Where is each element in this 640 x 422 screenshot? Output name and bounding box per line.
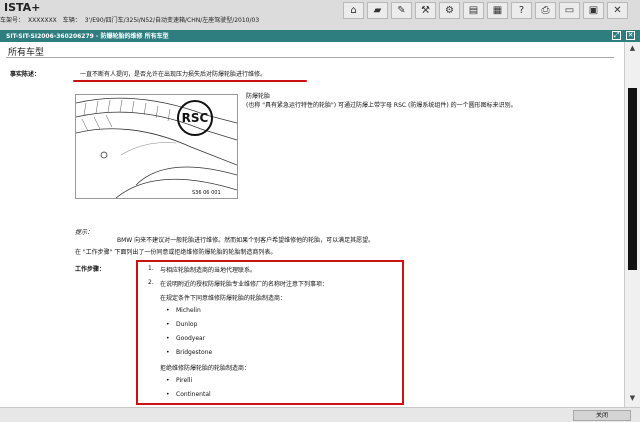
chart-icon[interactable]: ▤ — [463, 2, 484, 19]
runflat-title: 防爆轮胎 — [246, 93, 271, 100]
close-document-icon[interactable]: ✕ — [626, 31, 635, 40]
tire-illustration: RSC S36 06 001 — [75, 94, 238, 199]
tire-drawing — [76, 97, 237, 198]
app-title: ISTA+ — [4, 1, 41, 14]
rsc-badge: RSC — [177, 100, 213, 136]
grid-icon[interactable]: ▦ — [487, 2, 508, 19]
vehicle-id: XXXXXXX — [28, 17, 57, 24]
hint-text: BMW 向来不建议对一般轮胎进行维修。然而如果个别客户希望维修他的轮胎，可以满足… — [117, 237, 375, 244]
help-icon[interactable]: ? — [511, 2, 532, 19]
tools-icon[interactable]: ⚒ — [415, 2, 436, 19]
wrench-icon[interactable]: ⚙ — [439, 2, 460, 19]
fact-text: 一直不断有人提问，是否允许在出现压力损失后对防爆轮胎进行维修。 — [80, 71, 267, 78]
approve-item: Michelin — [166, 307, 201, 314]
step2-text: 在说明附近的授权防爆轮胎专业维修厂的名称时注意下列事项： — [160, 281, 329, 288]
reject-item: Continental — [166, 391, 211, 398]
approve-item: Dunlop — [166, 321, 198, 328]
step1-number: 1. — [148, 265, 154, 272]
hint-label: 提示： — [75, 229, 94, 236]
close-icon[interactable]: ✕ — [607, 2, 628, 19]
reject-item: Pirelli — [166, 377, 192, 384]
image-code: S36 06 001 — [192, 190, 221, 196]
notes-icon[interactable]: ✎ — [391, 2, 412, 19]
top-bar: ISTA+ 车架号： XXXXXXX 车辆： 3'/E90/四门车/325i/N52… — [0, 0, 640, 30]
vertical-scrollbar[interactable]: ▲ ▼ — [624, 42, 640, 407]
approve-item: Goodyear — [166, 335, 205, 342]
section-divider — [6, 57, 614, 58]
home-icon[interactable]: ⌂ — [343, 2, 364, 19]
approve-title: 在规定条件下同意维修防爆轮胎的轮胎制造商： — [160, 295, 287, 302]
work-steps-note: 在 "工作步骤" 下面列出了一份同意或拒绝维修防爆轮胎的轮胎制造商列表。 — [75, 249, 277, 256]
approve-item: Bridgestone — [166, 349, 212, 356]
reject-title: 拒绝维修防爆轮胎的轮胎制造商： — [160, 365, 251, 372]
vehicle-info: 车架号： XXXXXXX 车辆： 3'/E90/四门车/325i/N52/自动变速箱… — [0, 15, 340, 25]
document-header: SIT-SIT-SI2006-360206279 - 防爆轮胎的维修 所有车型 … — [0, 30, 640, 42]
bottom-bar: 关闭 — [0, 407, 640, 422]
scroll-thumb[interactable] — [628, 88, 637, 270]
car-icon[interactable]: ▰ — [367, 2, 388, 19]
work-steps-label: 工作步骤： — [75, 266, 106, 273]
fact-label: 事实陈述： — [10, 71, 41, 78]
step2-number: 2. — [148, 279, 154, 286]
runflat-text: (也称 "具有紧急运行特性的轮胎") 可通过防爆上带字母 RSC (防爆系统组件… — [246, 102, 517, 109]
document-header-title: SIT-SIT-SI2006-360206279 - 防爆轮胎的维修 所有车型 — [6, 33, 169, 40]
vehicle-label: 车辆： — [62, 17, 81, 24]
scroll-down-icon[interactable]: ▼ — [625, 394, 640, 404]
red-underline — [73, 80, 307, 82]
maximize-icon[interactable]: ▣ — [583, 2, 604, 19]
document-content: 所有车型 事实陈述： 一直不断有人提问，是否允许在出现压力损失后对防爆轮胎进行维… — [0, 42, 624, 407]
print-icon[interactable]: ⎙ — [535, 2, 556, 19]
expand-icon[interactable]: ⤢ — [612, 31, 621, 40]
close-button[interactable]: 关闭 — [573, 410, 631, 421]
vehicle-id-label: 车架号： — [0, 17, 25, 24]
minimize-icon[interactable]: ▭ — [559, 2, 580, 19]
step1-text: 与相应轮胎制造商的当地代理联系。 — [160, 267, 257, 274]
vehicle-description: 3'/E90/四门车/325i/N52/自动变速箱/CHN/左座驾驶型/2010… — [84, 17, 260, 24]
scroll-up-icon[interactable]: ▲ — [625, 44, 640, 54]
